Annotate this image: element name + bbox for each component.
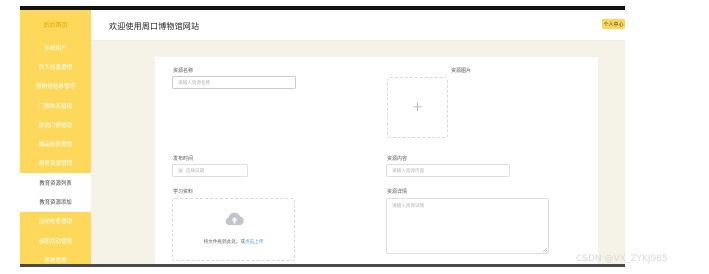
cloud-upload-icon	[225, 212, 244, 226]
image-upload-box[interactable]: +	[387, 77, 448, 138]
watermark: CSDN @VX_ZYKJ985	[576, 254, 668, 264]
bottom-border	[20, 264, 625, 267]
site-title: 欢迎使用周口博物馆网站	[109, 22, 200, 31]
sidebar-subitem-education-list[interactable]: 教育资源列表	[20, 173, 91, 193]
resource-content-placeholder: 请输入资源内容	[392, 168, 425, 174]
resource-detail-textarea[interactable]: 请输入资源详情	[386, 198, 549, 254]
sidebar-item-staff[interactable]: 员工信息管理	[20, 57, 91, 76]
sidebar-subitem-education-add[interactable]: 教育资源添加	[20, 192, 91, 212]
sidebar-item-collections[interactable]: 藏品信息管理	[20, 134, 91, 153]
drop-text: 将文件拖到此处，或	[203, 240, 245, 245]
resource-content-label: 资源内容	[387, 156, 408, 162]
main-area: 资源名称 请输入资源名称 资源图片 + 发布时间 ▦ 选择日期 资源内容 请输入…	[91, 41, 625, 264]
sidebar-item-tickets[interactable]: 门票购买管理	[20, 96, 91, 115]
resource-name-input[interactable]: 请输入资源名称	[172, 76, 296, 89]
resource-detail-placeholder: 请输入资源详情	[392, 204, 425, 209]
sidebar-item-education[interactable]: 教育资源管理	[20, 154, 91, 173]
resize-handle-icon[interactable]	[543, 248, 547, 252]
sidebar-item-museum-info[interactable]: 博物馆信息管理	[20, 77, 91, 96]
header: 欢迎使用周口博物馆网站 个人中心	[91, 10, 625, 41]
resource-name-label: 资源名称	[173, 68, 194, 74]
study-material-label: 学习资料	[173, 189, 194, 195]
sidebar: 后台首页 系统用户 员工信息管理 博物馆信息管理 门票购买管理 取消门票管理 藏…	[20, 10, 91, 264]
sidebar-item-cancel-tickets[interactable]: 取消门票管理	[20, 115, 91, 134]
plus-icon: +	[412, 100, 423, 115]
publish-time-label: 发布时间	[173, 156, 194, 162]
sidebar-item-group-activities[interactable]: 参团活动管理	[20, 231, 91, 250]
resource-content-input[interactable]: 请输入资源内容	[386, 164, 510, 177]
sidebar-item-home[interactable]: 后台首页	[20, 10, 91, 38]
sidebar-item-system[interactable]: 系统管理	[20, 250, 91, 264]
resource-detail-label: 资源详情	[387, 189, 408, 195]
publish-date-placeholder: 选择日期	[185, 168, 205, 174]
resource-name-placeholder: 请输入资源名称	[178, 80, 211, 86]
sidebar-item-system-users[interactable]: 系统用户	[20, 38, 91, 57]
resource-form: 资源名称 请输入资源名称 资源图片 + 发布时间 ▦ 选择日期 资源内容 请输入…	[155, 57, 598, 264]
drop-instructions: 将文件拖到此处，或点击上传	[173, 239, 294, 245]
click-upload-link[interactable]: 点击上传	[245, 240, 263, 245]
publish-date-picker[interactable]: ▦ 选择日期	[172, 164, 248, 177]
resource-image-label: 资源图片	[451, 68, 472, 74]
calendar-icon: ▦	[178, 167, 183, 174]
file-drop-zone[interactable]: 将文件拖到此处，或点击上传	[172, 198, 295, 261]
user-center-button[interactable]: 个人中心	[602, 19, 625, 29]
sidebar-item-activities[interactable]: 活动信息管理	[20, 212, 91, 231]
